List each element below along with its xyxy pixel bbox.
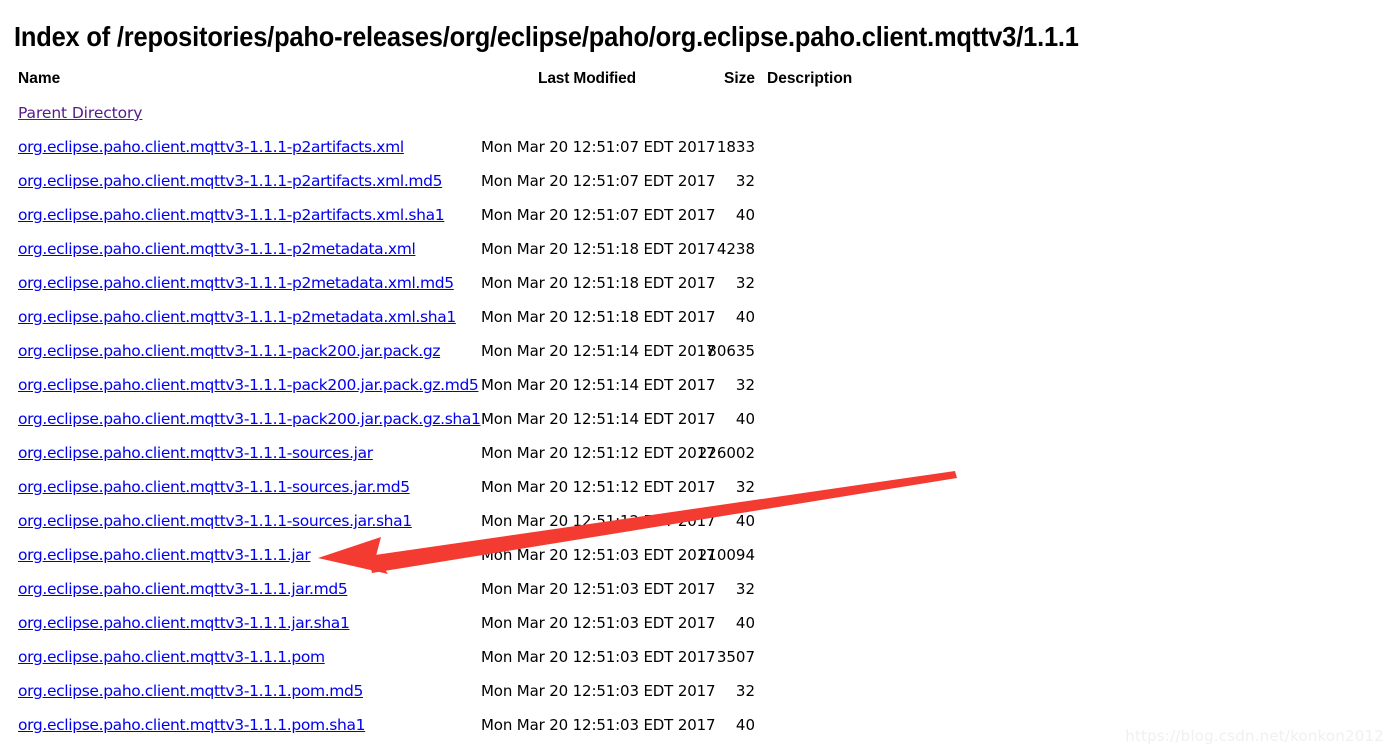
file-size-cell: 226002: [697, 444, 755, 462]
file-size-cell: 40: [735, 206, 755, 224]
table-row: org.eclipse.paho.client.mqttv3-1.1.1-pac…: [0, 334, 1396, 368]
table-row: org.eclipse.paho.client.mqttv3-1.1.1-p2m…: [0, 232, 1396, 266]
table-row: org.eclipse.paho.client.mqttv3-1.1.1.jar…: [0, 572, 1396, 606]
table-row: org.eclipse.paho.client.mqttv3-1.1.1.pom…: [0, 640, 1396, 674]
file-link[interactable]: org.eclipse.paho.client.mqttv3-1.1.1.pom: [18, 648, 325, 666]
file-name-cell: org.eclipse.paho.client.mqttv3-1.1.1-p2a…: [18, 198, 445, 232]
file-size-cell: 40: [735, 512, 755, 530]
file-size-cell: 40: [735, 410, 755, 428]
file-name-cell: org.eclipse.paho.client.mqttv3-1.1.1-p2a…: [18, 164, 443, 198]
table-row: org.eclipse.paho.client.mqttv3-1.1.1.pom…: [0, 674, 1396, 708]
file-name-cell: org.eclipse.paho.client.mqttv3-1.1.1-pac…: [18, 368, 479, 402]
column-header-name: Name: [18, 70, 61, 87]
file-size-cell: 32: [735, 580, 755, 598]
column-header-description: Description: [767, 70, 853, 87]
table-row: org.eclipse.paho.client.mqttv3-1.1.1-pac…: [0, 402, 1396, 436]
file-name-cell: org.eclipse.paho.client.mqttv3-1.1.1-sou…: [18, 470, 410, 504]
file-link[interactable]: org.eclipse.paho.client.mqttv3-1.1.1-sou…: [18, 478, 410, 496]
file-name-cell: org.eclipse.paho.client.mqttv3-1.1.1-sou…: [18, 504, 412, 538]
file-name-cell: org.eclipse.paho.client.mqttv3-1.1.1.jar…: [18, 606, 350, 640]
file-link[interactable]: org.eclipse.paho.client.mqttv3-1.1.1-p2a…: [18, 138, 404, 156]
file-name-cell: org.eclipse.paho.client.mqttv3-1.1.1.jar…: [18, 572, 348, 606]
file-size-cell: 1833: [716, 138, 755, 156]
file-name-cell: org.eclipse.paho.client.mqttv3-1.1.1-p2m…: [18, 300, 456, 334]
file-link[interactable]: org.eclipse.paho.client.mqttv3-1.1.1-p2a…: [18, 172, 443, 190]
file-name-cell: org.eclipse.paho.client.mqttv3-1.1.1-sou…: [18, 436, 373, 470]
table-body: org.eclipse.paho.client.mqttv3-1.1.1-p2a…: [0, 130, 1396, 742]
file-link[interactable]: org.eclipse.paho.client.mqttv3-1.1.1-sou…: [18, 444, 373, 462]
file-name-cell: org.eclipse.paho.client.mqttv3-1.1.1.pom…: [18, 674, 363, 708]
table-row: org.eclipse.paho.client.mqttv3-1.1.1-p2a…: [0, 130, 1396, 164]
file-size-cell: 32: [735, 376, 755, 394]
file-size-cell: 32: [735, 478, 755, 496]
file-name-cell: org.eclipse.paho.client.mqttv3-1.1.1.pom…: [18, 708, 365, 742]
table-row: org.eclipse.paho.client.mqttv3-1.1.1.jar…: [0, 606, 1396, 640]
file-name-cell: org.eclipse.paho.client.mqttv3-1.1.1-pac…: [18, 402, 481, 436]
file-link[interactable]: org.eclipse.paho.client.mqttv3-1.1.1.pom…: [18, 682, 363, 700]
file-link[interactable]: org.eclipse.paho.client.mqttv3-1.1.1-sou…: [18, 512, 412, 530]
file-name-cell: org.eclipse.paho.client.mqttv3-1.1.1.pom: [18, 640, 325, 674]
file-link[interactable]: org.eclipse.paho.client.mqttv3-1.1.1-p2m…: [18, 240, 416, 258]
parent-directory-row: Parent Directory: [0, 96, 1396, 130]
file-link[interactable]: org.eclipse.paho.client.mqttv3-1.1.1-pac…: [18, 410, 481, 428]
file-link[interactable]: org.eclipse.paho.client.mqttv3-1.1.1-p2m…: [18, 274, 454, 292]
column-header-last-modified: Last Modified: [538, 70, 636, 87]
column-header-size: Size: [723, 70, 755, 87]
file-size-cell: 40: [735, 308, 755, 326]
file-size-cell: 32: [735, 274, 755, 292]
file-size-cell: 4238: [716, 240, 755, 258]
directory-listing-table: Name Last Modified Size Description Pare…: [0, 62, 1396, 742]
file-link[interactable]: org.eclipse.paho.client.mqttv3-1.1.1.jar…: [18, 580, 348, 598]
table-header-row: Name Last Modified Size Description: [0, 62, 1396, 96]
page-title: Index of /repositories/paho-releases/org…: [14, 21, 1079, 53]
file-size-cell: 32: [735, 682, 755, 700]
file-size-cell: 210094: [697, 546, 755, 564]
file-name-cell: org.eclipse.paho.client.mqttv3-1.1.1-p2a…: [18, 130, 404, 164]
file-name-cell: org.eclipse.paho.client.mqttv3-1.1.1-p2m…: [18, 232, 416, 266]
file-size-cell: 80635: [707, 342, 755, 360]
table-row: org.eclipse.paho.client.mqttv3-1.1.1-sou…: [0, 436, 1396, 470]
file-link[interactable]: org.eclipse.paho.client.mqttv3-1.1.1-p2a…: [18, 206, 445, 224]
table-row: org.eclipse.paho.client.mqttv3-1.1.1-p2a…: [0, 198, 1396, 232]
parent-directory-link[interactable]: Parent Directory: [18, 104, 142, 122]
file-link[interactable]: org.eclipse.paho.client.mqttv3-1.1.1-p2m…: [18, 308, 456, 326]
file-size-cell: 32: [735, 172, 755, 190]
file-size-cell: 40: [735, 716, 755, 734]
table-row: org.eclipse.paho.client.mqttv3-1.1.1-p2m…: [0, 300, 1396, 334]
file-link[interactable]: org.eclipse.paho.client.mqttv3-1.1.1.jar: [18, 546, 311, 564]
file-name-cell: org.eclipse.paho.client.mqttv3-1.1.1-pac…: [18, 334, 440, 368]
table-row: org.eclipse.paho.client.mqttv3-1.1.1-pac…: [0, 368, 1396, 402]
file-size-cell: 3507: [716, 648, 755, 666]
table-row: org.eclipse.paho.client.mqttv3-1.1.1-p2a…: [0, 164, 1396, 198]
table-row: org.eclipse.paho.client.mqttv3-1.1.1.jar…: [0, 538, 1396, 572]
table-row: org.eclipse.paho.client.mqttv3-1.1.1-sou…: [0, 504, 1396, 538]
file-link[interactable]: org.eclipse.paho.client.mqttv3-1.1.1.jar…: [18, 614, 350, 632]
file-size-cell: 40: [735, 614, 755, 632]
table-row: org.eclipse.paho.client.mqttv3-1.1.1-sou…: [0, 470, 1396, 504]
file-link[interactable]: org.eclipse.paho.client.mqttv3-1.1.1-pac…: [18, 342, 440, 360]
table-row: org.eclipse.paho.client.mqttv3-1.1.1-p2m…: [0, 266, 1396, 300]
file-link[interactable]: org.eclipse.paho.client.mqttv3-1.1.1.pom…: [18, 716, 365, 734]
parent-directory-cell: Parent Directory: [18, 96, 142, 130]
watermark-text: https://blog.csdn.net/konkon2012: [1125, 727, 1384, 745]
file-name-cell: org.eclipse.paho.client.mqttv3-1.1.1-p2m…: [18, 266, 454, 300]
file-link[interactable]: org.eclipse.paho.client.mqttv3-1.1.1-pac…: [18, 376, 479, 394]
file-name-cell: org.eclipse.paho.client.mqttv3-1.1.1.jar: [18, 538, 311, 572]
